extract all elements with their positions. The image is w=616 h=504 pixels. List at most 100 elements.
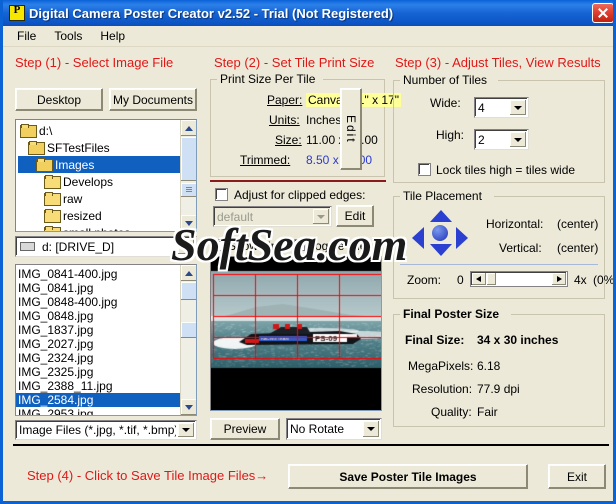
tile-placement-label: Tile Placement	[400, 189, 485, 203]
file-list-item[interactable]: IMG_1837.jpg	[16, 323, 180, 337]
my-documents-button[interactable]: My Documents	[109, 88, 197, 111]
toggle-tiles-label: Toggle Tiles	[309, 239, 372, 253]
scrollbar-thumb[interactable]	[181, 322, 197, 338]
units-label: Units:	[269, 113, 300, 127]
dpad-right-icon[interactable]	[456, 227, 468, 249]
chevron-down-icon[interactable]	[363, 421, 379, 437]
chevron-down-icon[interactable]	[178, 423, 194, 437]
trimmed-label: Trimmed:	[240, 153, 290, 167]
zoom-slider[interactable]	[470, 271, 568, 287]
exit-button[interactable]: Exit	[548, 464, 606, 489]
menu-item-help[interactable]: Help	[91, 27, 134, 45]
menu-item-tools[interactable]: Tools	[45, 27, 91, 45]
drive-combo[interactable]: d: [DRIVE_D]	[15, 236, 197, 257]
file-filter-combo[interactable]: Image Files (*.jpg, *.tif, *.bmp)	[15, 420, 197, 440]
tiles-high-combo[interactable]: 2	[474, 129, 529, 150]
scroll-down-icon[interactable]	[181, 215, 197, 231]
step3-title: Step (3) - Adjust Tiles, View Results	[395, 55, 601, 70]
folder-tree-item[interactable]: Develops	[18, 173, 180, 190]
adjust-clipped-edges-checkbox[interactable]	[215, 188, 228, 201]
folder-icon	[44, 226, 60, 232]
file-list-item[interactable]: IMG_2953.jpg	[16, 407, 180, 416]
preview-button[interactable]: Preview	[210, 418, 280, 440]
folder-tree-item[interactable]: resized	[18, 207, 180, 224]
adjust-edit-button[interactable]: Edit	[336, 205, 374, 227]
step2-title: Step (2) - Set Tile Print Size	[214, 55, 374, 70]
dpad-center-icon[interactable]	[432, 225, 448, 241]
resolution-value: 77.9 dpi	[477, 382, 520, 396]
dpad-down-icon[interactable]	[430, 244, 452, 256]
file-filter-value: Image Files (*.jpg, *.tif, *.bmp)	[16, 423, 176, 437]
desktop-button[interactable]: Desktop	[15, 88, 103, 111]
folder-tree-scrollbar[interactable]	[180, 120, 196, 231]
scrollbar-grip[interactable]	[181, 183, 197, 197]
scroll-down-icon[interactable]	[181, 399, 197, 415]
save-poster-tile-images-button[interactable]: Save Poster Tile Images	[288, 464, 528, 489]
close-icon[interactable]	[592, 3, 614, 23]
file-list-item[interactable]: IMG_2388_11.jpg	[16, 379, 180, 393]
scrollbar-thumb-top[interactable]	[181, 282, 197, 300]
horizontal-label: Horizontal:	[486, 217, 543, 231]
toggle-tiles-checkbox[interactable]	[293, 239, 305, 251]
file-list-scrollbar[interactable]	[180, 265, 196, 415]
file-list-item[interactable]: IMG_2325.jpg	[16, 365, 180, 379]
scroll-up-icon[interactable]	[181, 120, 197, 136]
application-window: Digital Camera Poster Creator v2.52 - Tr…	[0, 0, 616, 504]
zoom-slider-left-arrow[interactable]	[472, 273, 486, 285]
final-size-value: 34 x 30 inches	[477, 333, 558, 347]
menu-item-file[interactable]: File	[8, 27, 45, 45]
folder-tree[interactable]: d:\ SFTestFiles Images Develops raw resized sm…	[15, 119, 197, 232]
quality-value: Fair	[477, 405, 498, 419]
high-label: High:	[436, 128, 464, 142]
final-poster-size-label: Final Poster Size	[400, 307, 502, 321]
preview-canvas[interactable]	[211, 257, 381, 410]
zoom-divider	[400, 264, 598, 265]
adjust-preset-value: default	[214, 210, 311, 224]
window-title: Digital Camera Poster Creator v2.52 - Tr…	[29, 6, 592, 21]
dpad-icon[interactable]	[412, 210, 468, 256]
scroll-up-icon[interactable]	[181, 265, 197, 281]
vertical-value: (center)	[557, 241, 598, 255]
paper-edit-button[interactable]: Edit	[340, 88, 362, 170]
file-list-item[interactable]: IMG_2584.jpg	[16, 393, 180, 407]
dpad-left-icon[interactable]	[412, 227, 424, 249]
zoom-slider-right-arrow[interactable]	[552, 273, 566, 285]
dpad-up-icon[interactable]	[430, 210, 452, 222]
file-list-item[interactable]: IMG_2324.jpg	[16, 351, 180, 365]
rotate-combo-value: No Rotate	[287, 422, 361, 436]
chevron-down-icon[interactable]	[178, 239, 194, 254]
tiles-wide-value: 4	[475, 101, 508, 115]
folder-tree-item[interactable]: Images	[18, 156, 180, 173]
wide-label: Wide:	[430, 96, 461, 110]
file-list[interactable]: IMG_0841-400.jpg IMG_0841.jpg IMG_0848-400…	[15, 264, 197, 416]
chevron-down-icon[interactable]	[510, 132, 526, 147]
print-size-group-label: Print Size Per Tile	[217, 72, 318, 86]
file-list-item[interactable]: IMG_0848.jpg	[16, 309, 180, 323]
scrollbar-thumb[interactable]	[181, 137, 197, 181]
tile-placement-group: Tile Placement Horizontal: (center) Vert…	[393, 196, 605, 299]
file-list-item[interactable]: IMG_0848-400.jpg	[16, 295, 180, 309]
final-poster-size-group: Final Poster Size Final Size: 34 x 30 in…	[393, 314, 605, 427]
horizontal-value: (center)	[557, 217, 598, 231]
image-preview[interactable]	[210, 256, 382, 411]
rotate-combo[interactable]: No Rotate	[286, 418, 382, 440]
show-lines-checkbox[interactable]	[212, 239, 224, 251]
zoom-min-label: 0	[457, 273, 464, 287]
lock-tiles-checkbox[interactable]	[418, 163, 431, 176]
chevron-down-icon[interactable]	[313, 209, 329, 224]
file-list-item[interactable]: IMG_2027.jpg	[16, 337, 180, 351]
file-list-item[interactable]: IMG_0841-400.jpg	[16, 267, 180, 281]
folder-tree-item[interactable]: d:\	[18, 122, 180, 139]
tiles-wide-combo[interactable]: 4	[474, 97, 529, 118]
final-size-label: Final Size:	[405, 333, 464, 347]
folder-tree-item[interactable]: SFTestFiles	[18, 139, 180, 156]
chevron-down-icon[interactable]	[510, 100, 526, 115]
step4-title: Step (4) - Click to Save Tile Image File…	[27, 468, 268, 483]
adjust-preset-combo[interactable]: default	[213, 206, 332, 227]
menu-bar: File Tools Help	[3, 26, 613, 47]
folder-tree-item[interactable]: raw	[18, 190, 180, 207]
folder-tree-item[interactable]: small photos	[18, 224, 180, 232]
zoom-slider-thumb[interactable]	[487, 273, 496, 285]
folder-icon	[20, 124, 36, 137]
file-list-item[interactable]: IMG_0841.jpg	[16, 281, 180, 295]
